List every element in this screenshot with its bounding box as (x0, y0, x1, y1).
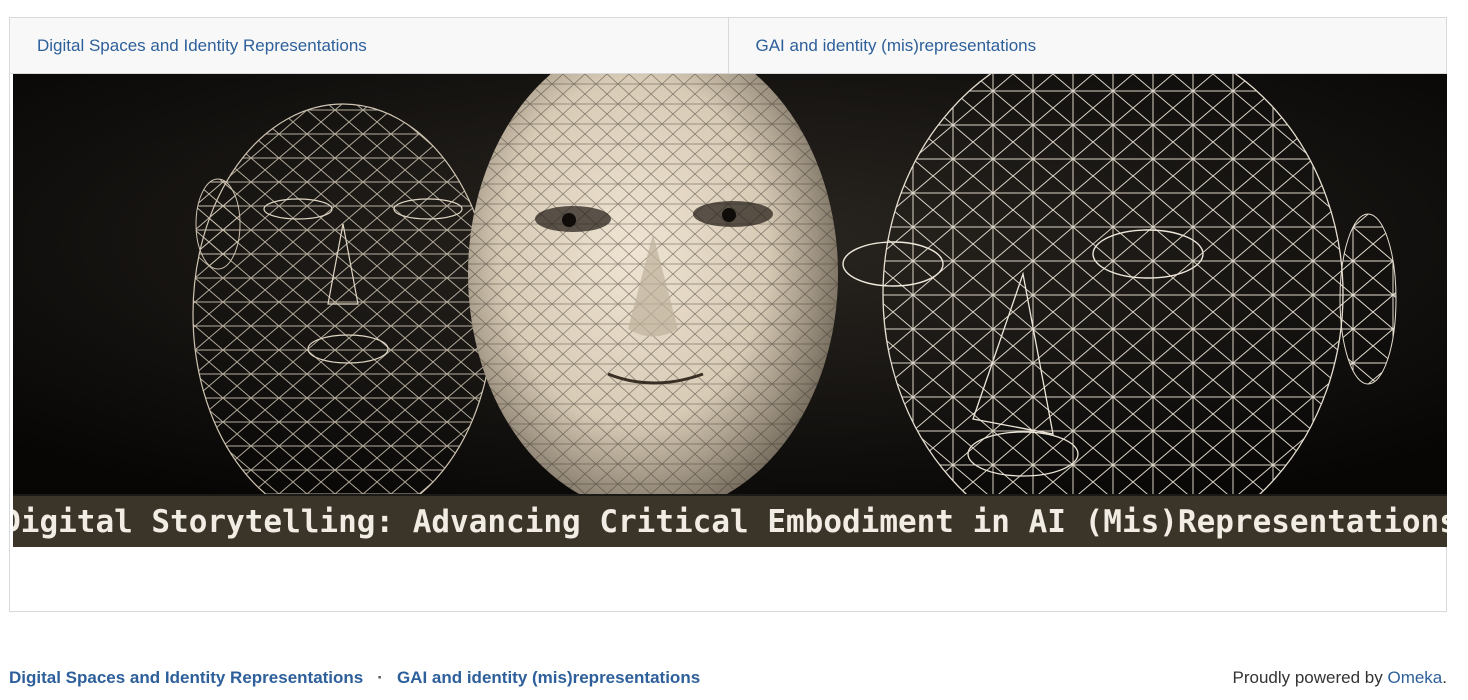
tab-bar: Digital Spaces and Identity Representati… (10, 18, 1446, 74)
powered-by: Proudly powered by Omeka. (1232, 668, 1447, 688)
omeka-link[interactable]: Omeka (1387, 668, 1442, 687)
banner-image: Digital Storytelling: Advancing Critical… (13, 74, 1447, 547)
banner-caption: Digital Storytelling: Advancing Critical… (13, 503, 1447, 540)
powered-by-suffix: . (1442, 668, 1447, 687)
powered-by-prefix: Proudly powered by (1232, 668, 1388, 687)
tab-gai-identity-label[interactable]: GAI and identity (mis)representations (756, 36, 1037, 56)
tab-digital-spaces-label[interactable]: Digital Spaces and Identity Representati… (37, 36, 367, 56)
footer-link-gai-identity[interactable]: GAI and identity (mis)representations (397, 668, 700, 688)
center-face (468, 74, 838, 494)
banner-caption-bar: Digital Storytelling: Advancing Critical… (13, 494, 1447, 547)
footer-nav: Digital Spaces and Identity Representati… (9, 668, 700, 688)
wireframe-faces-illustration (13, 74, 1447, 494)
footer-separator: · (377, 668, 383, 687)
footer-link-digital-spaces[interactable]: Digital Spaces and Identity Representati… (9, 668, 363, 688)
tab-digital-spaces[interactable]: Digital Spaces and Identity Representati… (10, 18, 728, 73)
tab-gai-identity[interactable]: GAI and identity (mis)representations (727, 18, 1447, 73)
footer: Digital Spaces and Identity Representati… (9, 668, 1447, 696)
content-frame: Digital Spaces and Identity Representati… (9, 17, 1447, 612)
